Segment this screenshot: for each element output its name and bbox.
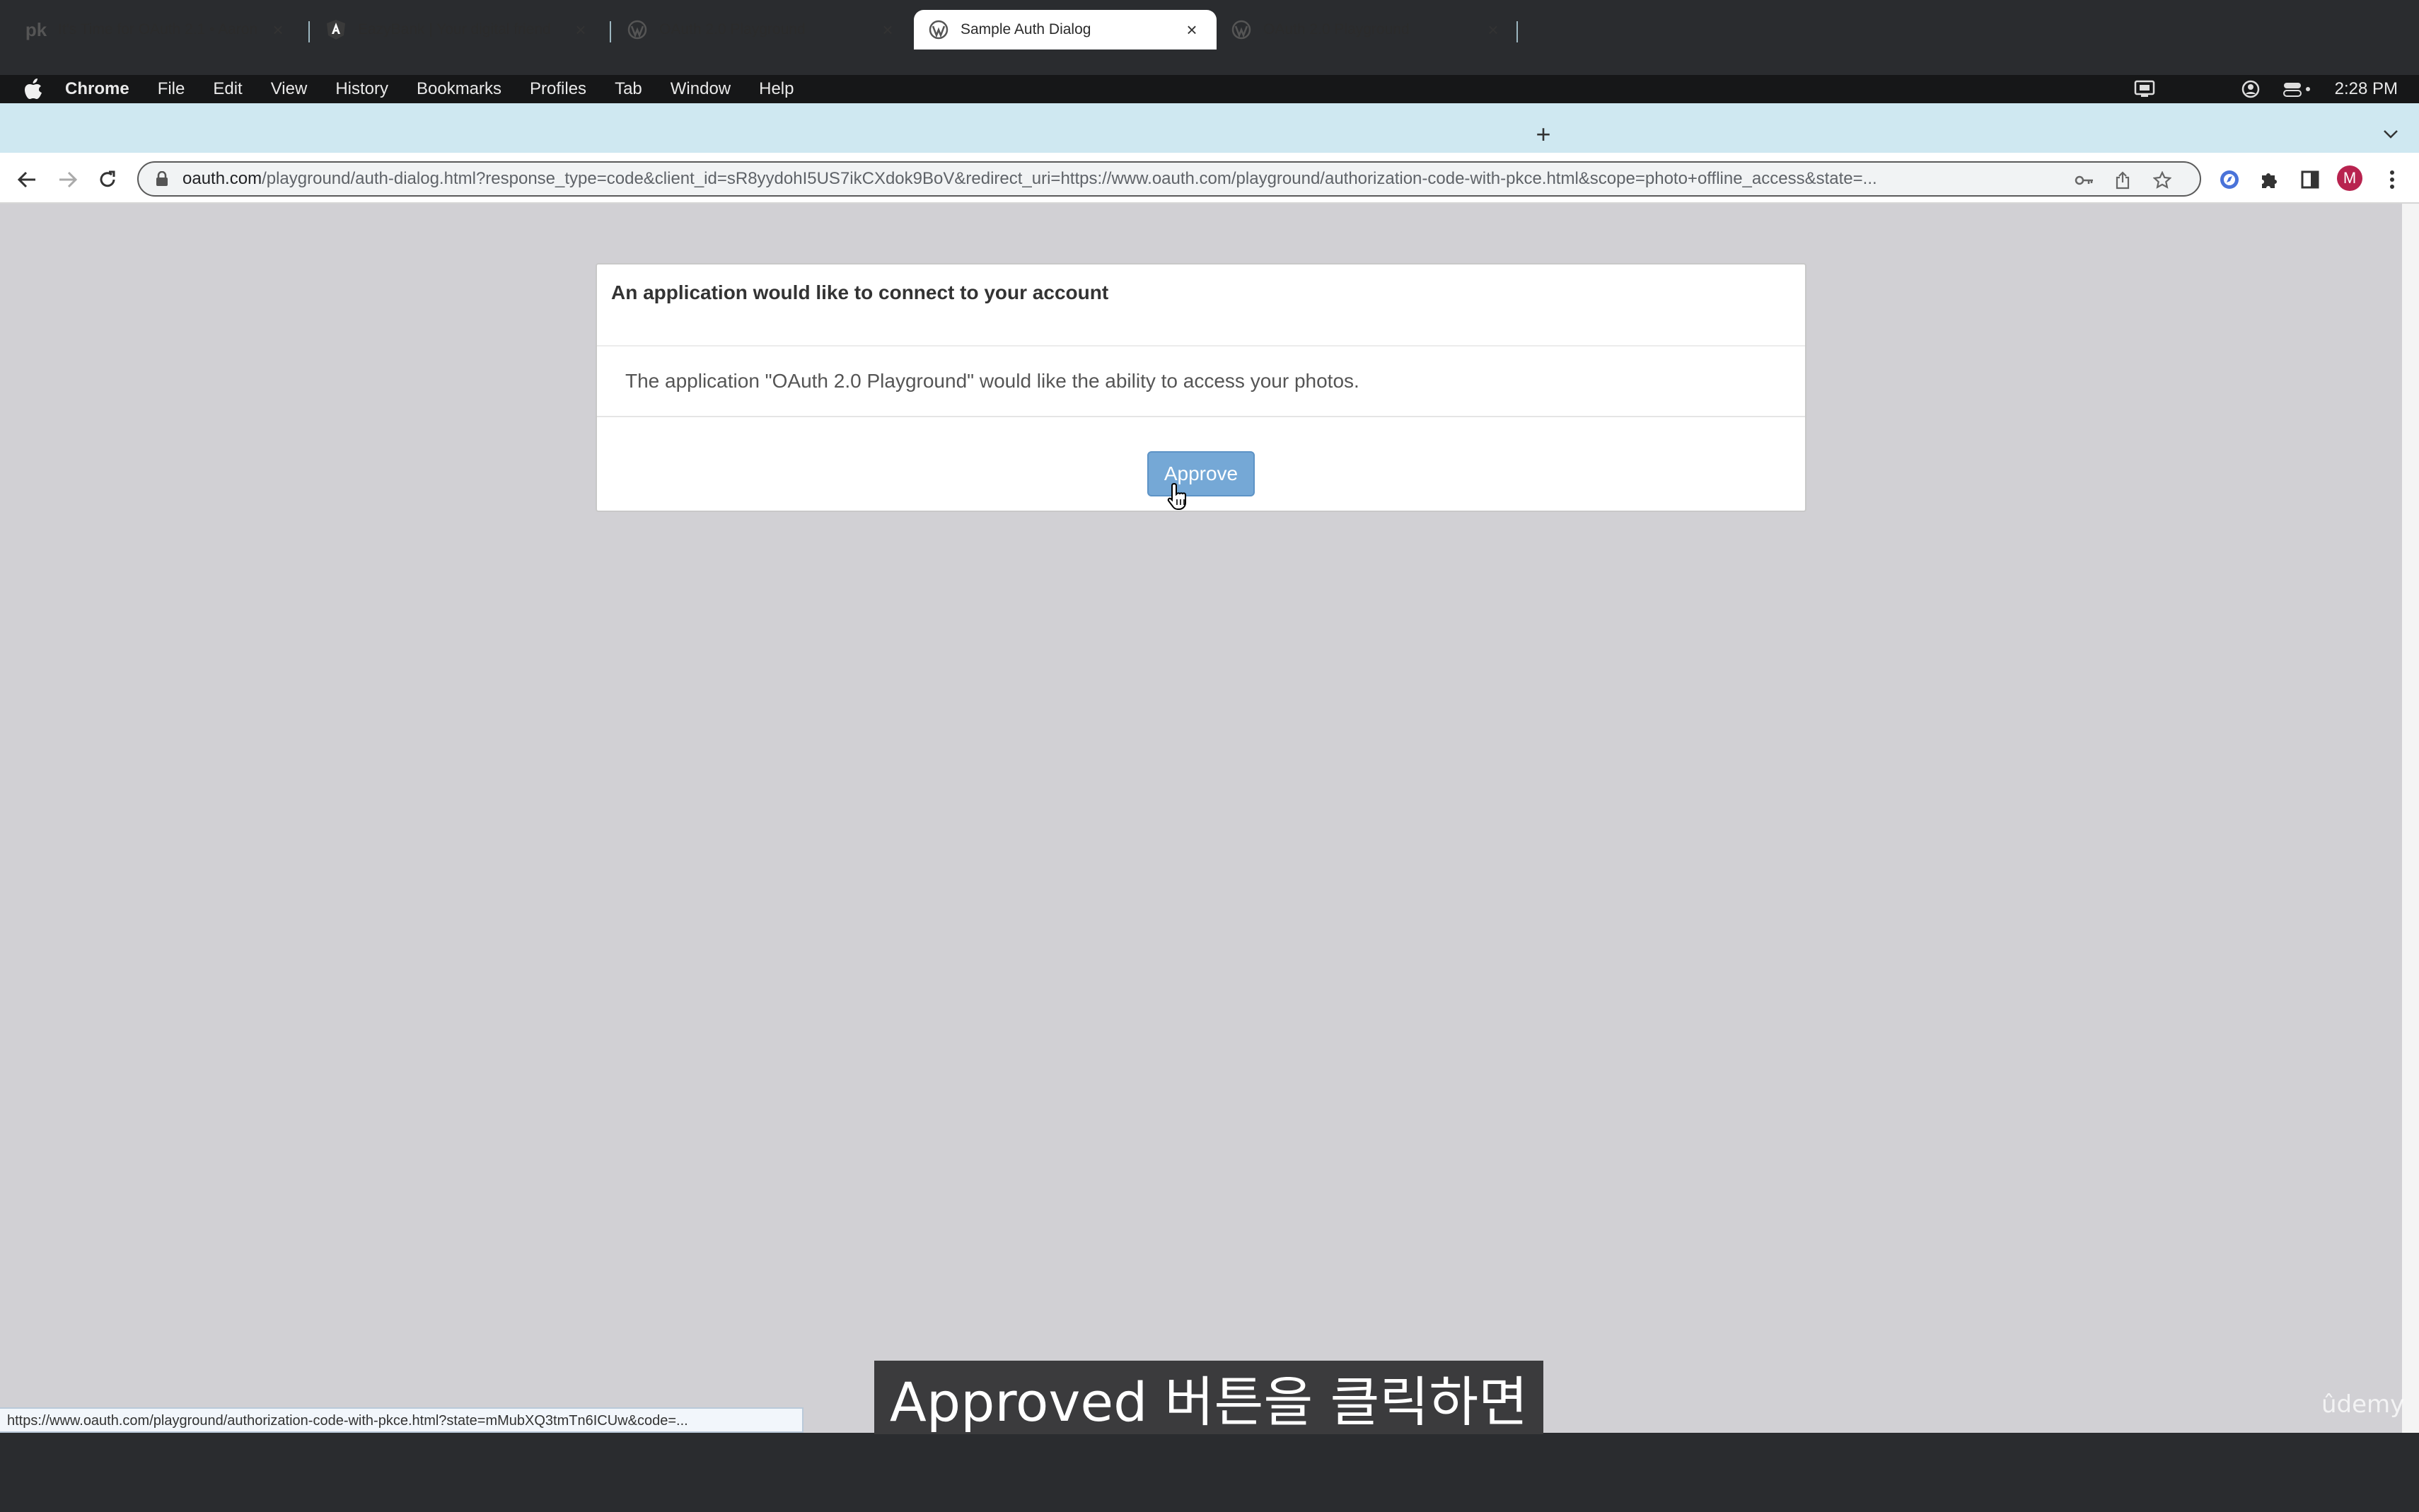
auth-dialog: An application would like to connect to … [596,263,1806,512]
menu-bookmarks[interactable]: Bookmarks [417,79,501,99]
tab-title: It's Time for OAuth 2.1 • Aaron [58,21,258,37]
share-icon[interactable] [2112,170,2133,191]
tab-separator [308,21,310,42]
tab-eazybank[interactable]: EazyBank | Your digital friend × [311,10,605,50]
tab-oauth-playground-2[interactable]: OAuth 2.0 Playground × [1217,10,1518,50]
dialog-message: The application "OAuth 2.0 Playground" w… [597,347,1805,417]
wordpress-icon [1231,19,1252,40]
scrollbar[interactable] [2402,204,2419,1433]
macos-menu-bar: Chrome File Edit View History Bookmarks … [0,75,2419,103]
extension-compass-icon[interactable] [2215,165,2244,194]
close-icon[interactable]: × [1483,19,1504,40]
link-status-bar: https://www.oauth.com/playground/authori… [0,1407,804,1433]
pk-favicon: pk [25,18,47,40]
back-arrow-icon[interactable] [13,165,41,194]
screen-mirroring-icon[interactable] [2134,80,2155,98]
menu-file[interactable]: File [158,79,185,99]
reload-icon[interactable] [93,165,122,194]
tab-oauth-21[interactable]: pk It's Time for OAuth 2.1 • Aaron × [0,10,303,50]
tab-strip [0,103,2419,153]
extensions-puzzle-icon[interactable] [2255,165,2283,194]
new-tab-icon[interactable]: + [1529,120,1557,149]
status-icons [2176,80,2219,98]
bookmark-star-icon[interactable] [2152,170,2173,191]
tab-title: Sample Auth Dialog [961,21,1091,37]
dialog-heading: An application would like to connect to … [597,264,1805,347]
forward-arrow-icon[interactable] [54,165,82,194]
tab-title: EazyBank | Your digital friend [358,21,551,37]
key-icon[interactable] [2074,170,2095,191]
tab-sample-auth-dialog[interactable]: Sample Auth Dialog × [914,10,1217,50]
menu-window[interactable]: Window [671,79,731,99]
tab-title: OAuth 2.0 Playground [1263,21,1410,37]
angular-icon [325,19,347,40]
side-panel-icon[interactable] [2296,165,2324,194]
menu-tab[interactable]: Tab [615,79,642,99]
udemy-watermark: ûdemy [2321,1390,2405,1419]
apple-icon[interactable] [23,78,44,100]
chevron-down-icon[interactable] [2378,122,2403,147]
url-host: oauth.com [182,169,262,188]
menu-profiles[interactable]: Profiles [530,79,586,99]
menu-history[interactable]: History [335,79,388,99]
profile-avatar[interactable]: M [2337,165,2362,191]
close-icon[interactable]: × [1181,19,1202,40]
screen: Chrome File Edit View History Bookmarks … [0,0,2419,1512]
tab-separator [1516,21,1518,42]
close-icon[interactable]: × [267,19,289,40]
tab-oauth-playground-1[interactable]: OAuth 2.0 Playground × [613,10,912,50]
close-icon[interactable]: × [570,19,591,40]
address-bar[interactable]: oauth.com/playground/auth-dialog.html?re… [137,161,2201,197]
hand-cursor-icon [1167,482,1186,510]
control-center-icon[interactable] [2282,80,2314,98]
menu-view[interactable]: View [271,79,308,99]
dialog-message-text: The application "OAuth 2.0 Playground" w… [625,370,1359,392]
tab-title: OAuth 2.0 Playground [659,21,806,37]
menu-edit[interactable]: Edit [213,79,242,99]
browser-toolbar: oauth.com/playground/auth-dialog.html?re… [0,153,2419,204]
video-subtitle: Approved 버튼을 클릭하면 [874,1361,1543,1434]
menu-clock[interactable]: 2:28 PM [2335,79,2398,99]
menu-help[interactable]: Help [759,79,794,99]
menu-app-name[interactable]: Chrome [65,79,129,99]
tab-separator [610,21,611,42]
wordpress-icon [928,19,949,40]
wordpress-icon [627,19,648,40]
url-text: oauth.com/playground/auth-dialog.html?re… [182,169,2078,189]
url-path: /playground/auth-dialog.html?response_ty… [262,169,1877,188]
close-icon[interactable]: × [877,19,898,40]
lock-icon[interactable] [153,170,171,188]
approve-button[interactable]: Approve [1147,451,1255,496]
user-account-icon[interactable] [2240,80,2261,98]
kebab-menu-icon[interactable] [2378,165,2406,194]
